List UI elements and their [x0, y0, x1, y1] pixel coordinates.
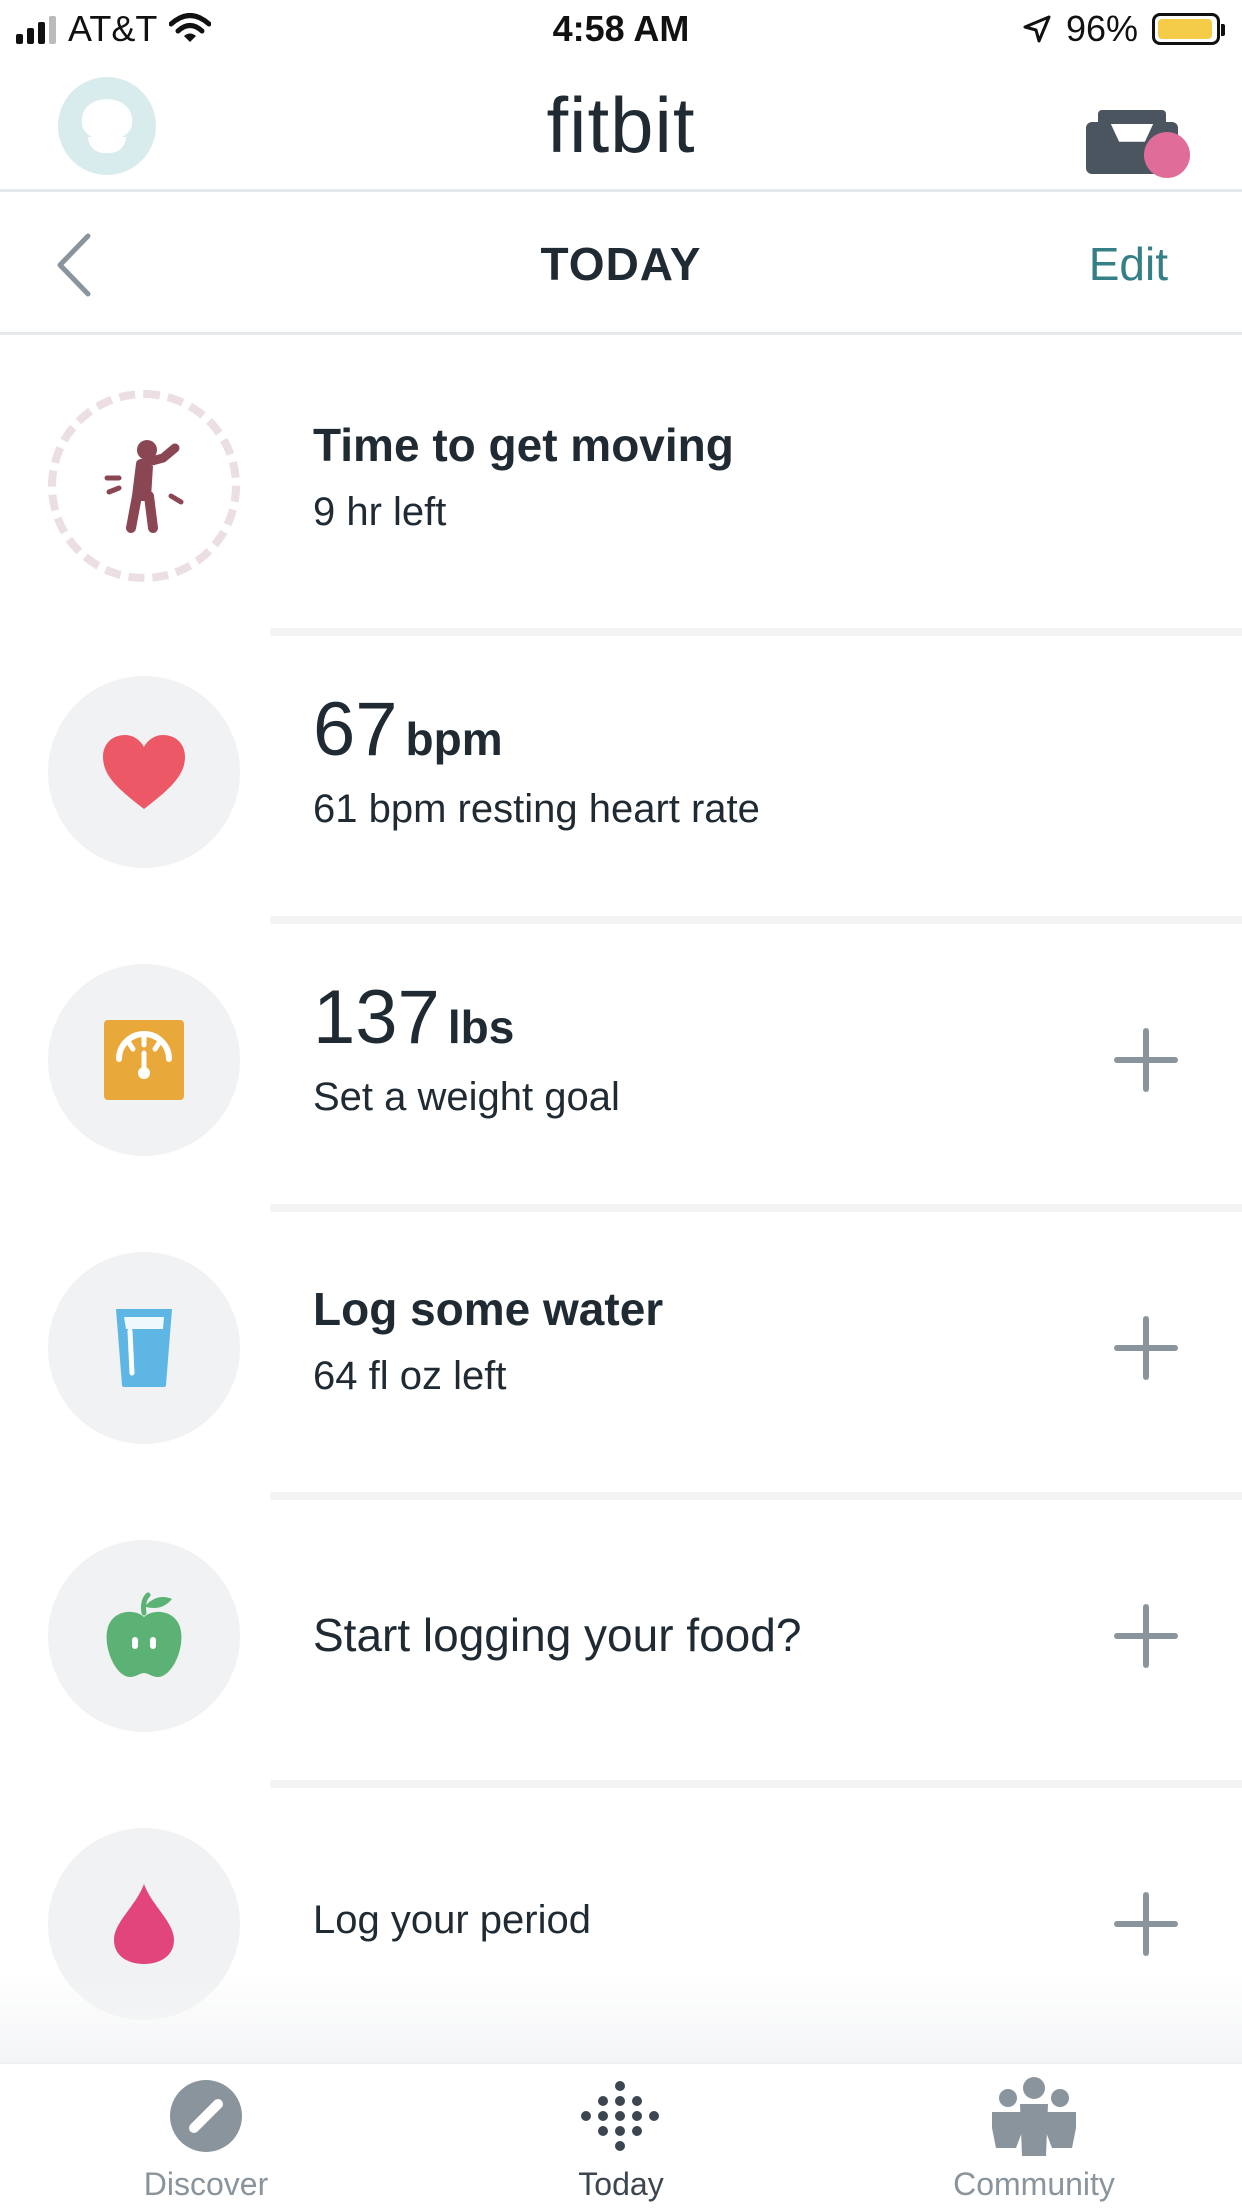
- fitbit-dots-icon: [581, 2081, 661, 2151]
- heart-icon: [103, 735, 185, 809]
- status-bar: AT&T 4:58 AM 96%: [0, 0, 1242, 62]
- food-tile: [48, 1540, 240, 1732]
- hourly-activity-tile: [48, 390, 240, 582]
- divider: [270, 1780, 1242, 1788]
- add-period-button[interactable]: [1114, 1892, 1178, 1956]
- activity-person-icon: [104, 440, 184, 533]
- list-item-food[interactable]: Start logging your food?: [0, 1492, 1242, 1780]
- row-subtitle: 64 fl oz left: [313, 1354, 507, 1398]
- row-title: Time to get moving: [313, 419, 734, 471]
- weight-tile: [48, 964, 240, 1156]
- row-subtitle: 9 hr left: [313, 490, 447, 534]
- page-title: TODAY: [540, 238, 702, 290]
- list-item-water[interactable]: Log some water 64 fl oz left: [0, 1204, 1242, 1492]
- scale-icon: [104, 1020, 184, 1100]
- location-arrow-icon: [1023, 15, 1051, 43]
- water-tile: [48, 1252, 240, 1444]
- compass-icon: [170, 2080, 242, 2152]
- row-subtitle: 61 bpm resting heart rate: [313, 787, 760, 831]
- heart-rate-tile: [48, 676, 240, 868]
- row-unit: bpm: [405, 713, 503, 765]
- row-unit: lbs: [447, 1001, 515, 1053]
- edit-button[interactable]: Edit: [1089, 237, 1168, 291]
- app-header: fitbit: [0, 62, 1242, 192]
- today-header: TODAY Edit: [0, 195, 1242, 335]
- notification-badge: [1144, 132, 1190, 178]
- tab-today[interactable]: Today: [491, 2078, 751, 2203]
- divider: [270, 916, 1242, 924]
- community-icon: [992, 2077, 1076, 2156]
- divider: [270, 1204, 1242, 1212]
- add-food-button[interactable]: [1114, 1604, 1178, 1668]
- weight-value: 137 lbs: [313, 974, 620, 1061]
- row-title: Log some water: [313, 1283, 664, 1335]
- row-title: Start logging your food?: [313, 1609, 802, 1661]
- row-value: 137: [313, 975, 440, 1060]
- heart-rate-value: 67 bpm: [313, 686, 760, 773]
- add-water-button[interactable]: [1114, 1316, 1178, 1380]
- bottom-tab-bar: Discover Today Community: [0, 2062, 1242, 2208]
- add-weight-button[interactable]: [1114, 1028, 1178, 1092]
- divider: [270, 1492, 1242, 1500]
- status-right: 96%: [1022, 8, 1225, 50]
- row-subtitle: Set a weight goal: [313, 1075, 620, 1119]
- apple-icon: [106, 1592, 182, 1677]
- divider: [270, 628, 1242, 636]
- tab-discover[interactable]: Discover: [76, 2078, 336, 2203]
- list-item-hourly-activity[interactable]: Time to get moving 9 hr left: [0, 340, 1242, 628]
- tab-label: Discover: [143, 2166, 269, 2202]
- today-tile-list: Time to get moving 9 hr left 67 bpm 61 bp…: [0, 340, 1242, 2068]
- drop-icon: [114, 1884, 174, 1964]
- tab-label: Community: [953, 2166, 1115, 2202]
- list-item-heart-rate[interactable]: 67 bpm 61 bpm resting heart rate: [0, 628, 1242, 916]
- water-glass-icon: [116, 1309, 172, 1387]
- app-logo: fitbit: [546, 81, 696, 169]
- battery-fill: [1158, 19, 1212, 39]
- scroll-fade: [0, 1970, 1242, 2062]
- row-title: Log your period: [313, 1898, 591, 1942]
- battery-icon: [1152, 13, 1225, 45]
- battery-percent: 96%: [1065, 8, 1138, 49]
- tab-label: Today: [578, 2166, 664, 2202]
- row-value: 67: [313, 687, 398, 772]
- tab-community[interactable]: Community: [904, 2077, 1164, 2203]
- list-item-weight[interactable]: 137 lbs Set a weight goal: [0, 916, 1242, 1204]
